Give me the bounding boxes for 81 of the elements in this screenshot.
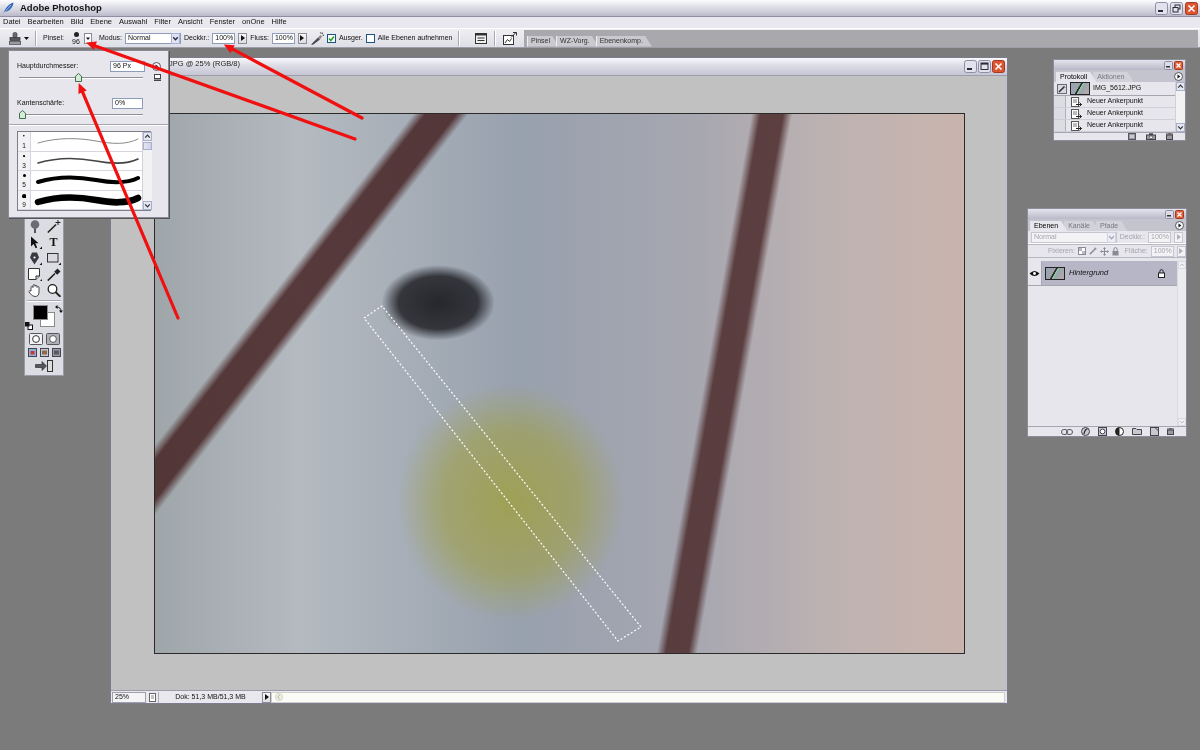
brush-icon[interactable]	[1088, 247, 1097, 255]
photo-thumbnail	[1070, 82, 1090, 95]
trash-icon[interactable]	[1167, 428, 1174, 435]
airbrush-icon[interactable]	[309, 31, 324, 45]
framed-square-icon[interactable]	[1128, 133, 1136, 140]
pen-nib-icon[interactable]	[27, 252, 42, 265]
close-icon[interactable]	[1185, 1, 1198, 15]
menu-arrow-icon[interactable]	[152, 61, 161, 71]
chevron-down-icon[interactable]	[1176, 123, 1185, 132]
disc-frame-icon[interactable]	[45, 333, 60, 345]
camera-icon[interactable]	[1146, 133, 1156, 140]
slider-thumb[interactable]	[19, 110, 26, 119]
note-icon[interactable]	[27, 268, 42, 281]
brush-tip-icon	[22, 154, 26, 157]
chevron-up-icon[interactable]	[1176, 82, 1185, 91]
window-icon[interactable]	[51, 348, 61, 357]
document-list-icon[interactable]	[475, 32, 487, 44]
folded-page-icon[interactable]	[1150, 427, 1159, 436]
checkbox[interactable]	[326, 33, 336, 43]
folder-icon[interactable]	[1132, 428, 1142, 435]
close-icon[interactable]	[992, 60, 1005, 73]
trash-icon[interactable]	[1166, 133, 1173, 140]
opacity-slider-button[interactable]	[1174, 231, 1183, 243]
ring-frame-icon[interactable]	[28, 333, 43, 345]
rectangle-icon[interactable]	[46, 252, 61, 265]
half-circle-icon[interactable]	[1115, 427, 1124, 436]
slider-thumb[interactable]	[75, 73, 83, 82]
minimize-icon[interactable]	[964, 60, 977, 73]
triangle-icon	[240, 35, 245, 41]
move-arrows-icon[interactable]	[1099, 246, 1109, 256]
chevron-down-icon[interactable]	[143, 201, 152, 210]
close-icon[interactable]	[1174, 60, 1183, 70]
menu-arrow-icon[interactable]	[1175, 220, 1184, 230]
default-colors-icon[interactable]	[25, 322, 33, 330]
brush-stroke-icon	[34, 192, 142, 207]
checkerboard-icon[interactable]	[1077, 247, 1086, 255]
close-icon[interactable]	[1175, 209, 1184, 219]
minimize-icon[interactable]	[1165, 209, 1174, 219]
window-title: Adobe Photoshop	[20, 2, 102, 14]
status-menu-button[interactable]	[262, 691, 271, 703]
fill-slider-button[interactable]	[1176, 245, 1186, 257]
brush-tip-icon	[21, 193, 27, 198]
stamp-icon	[9, 31, 21, 45]
magnifier-icon[interactable]	[46, 284, 61, 297]
circle-square-icon[interactable]	[1098, 427, 1107, 436]
tool-preset-button[interactable]	[9, 31, 29, 45]
wand-icon[interactable]	[46, 220, 61, 233]
restore-icon[interactable]	[1170, 1, 1183, 15]
triangle-icon	[1176, 234, 1181, 240]
window-icon[interactable]	[39, 348, 49, 357]
triangle-icon	[1179, 248, 1184, 254]
window-icon[interactable]	[27, 348, 37, 357]
flow-slider-button[interactable]	[297, 32, 307, 44]
scrollbar-thumb[interactable]	[143, 142, 152, 150]
swirl-circle-icon[interactable]	[1081, 427, 1090, 436]
brush-tip-icon	[22, 174, 26, 177]
color-swatch-icon[interactable]	[33, 305, 55, 327]
minimize-icon[interactable]	[1155, 1, 1168, 15]
scrollbar[interactable]	[1175, 82, 1185, 132]
menu-arrow-icon[interactable]	[1174, 71, 1183, 81]
feather-icon	[3, 2, 14, 14]
caret-icon	[24, 36, 29, 40]
minimize-icon[interactable]	[1164, 60, 1173, 70]
brush-box-icon[interactable]	[1057, 83, 1067, 94]
checkbox[interactable]	[365, 33, 375, 43]
triangle-icon	[264, 694, 269, 700]
hand-icon[interactable]	[27, 284, 42, 297]
photo-thumbnail	[1045, 266, 1065, 280]
text-tool-glyph[interactable]: T	[46, 236, 61, 249]
triangle-icon	[300, 35, 305, 41]
arrow-document-icon[interactable]	[35, 360, 53, 372]
horizontal-scrollbar[interactable]	[271, 691, 1005, 703]
scrollbar[interactable]	[142, 132, 152, 210]
chevron-up-icon[interactable]	[143, 132, 152, 141]
brush-dot-icon	[73, 31, 79, 37]
opacity-slider-button[interactable]	[238, 32, 248, 44]
swap-arrow-icon[interactable]	[55, 305, 63, 313]
eyedropper-icon[interactable]	[46, 268, 61, 281]
link-icon[interactable]	[1061, 428, 1073, 435]
maximize-icon[interactable]	[978, 60, 991, 73]
lock-icon[interactable]	[1111, 246, 1119, 256]
